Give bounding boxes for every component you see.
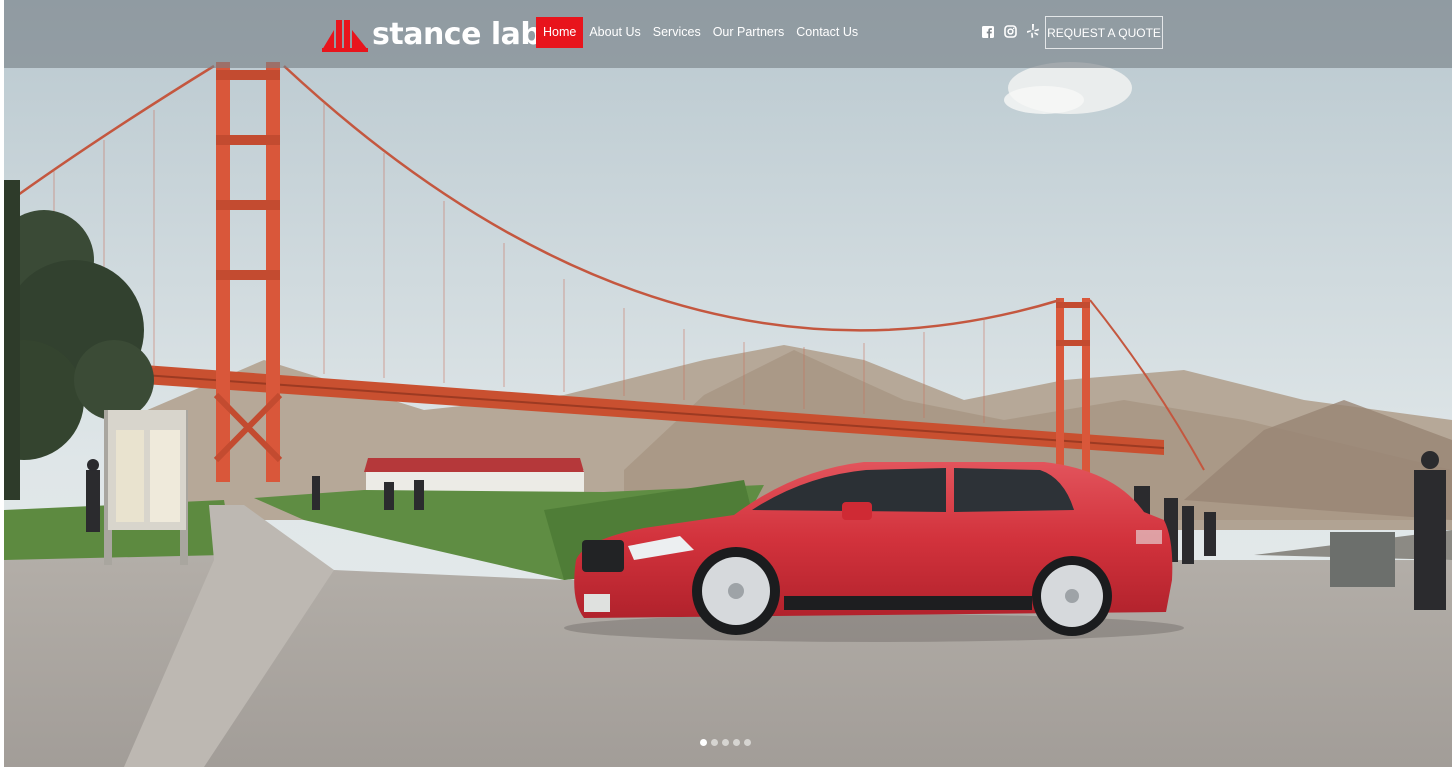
social-links: [982, 24, 1049, 43]
site-header: stance lab Home About Us Services Our Pa…: [4, 0, 1452, 68]
slider-dot-5[interactable]: [744, 739, 751, 746]
hero-slider: stance lab Home About Us Services Our Pa…: [4, 0, 1452, 767]
instagram-icon[interactable]: [1004, 24, 1017, 43]
request-quote-button[interactable]: REQUEST A QUOTE: [1045, 16, 1163, 49]
brand-logo[interactable]: stance lab: [322, 14, 542, 54]
nav-our-partners[interactable]: Our Partners: [707, 17, 791, 48]
stance-lab-logo-icon: [322, 20, 368, 52]
nav-services[interactable]: Services: [647, 17, 707, 48]
slider-pagination: [700, 739, 755, 746]
slider-dot-2[interactable]: [711, 739, 718, 746]
nav-about-us[interactable]: About Us: [583, 17, 646, 48]
nav-contact-us[interactable]: Contact Us: [790, 17, 864, 48]
nav-home[interactable]: Home: [536, 17, 584, 48]
slider-dot-3[interactable]: [722, 739, 729, 746]
slider-dot-1[interactable]: [700, 739, 707, 746]
facebook-icon[interactable]: [982, 25, 994, 43]
hero-image: [4, 0, 1452, 767]
slider-dot-4[interactable]: [733, 739, 740, 746]
brand-name: stance lab: [372, 16, 542, 52]
yelp-icon[interactable]: [1027, 24, 1039, 43]
main-nav: Home About Us Services Our Partners Cont…: [536, 17, 864, 48]
